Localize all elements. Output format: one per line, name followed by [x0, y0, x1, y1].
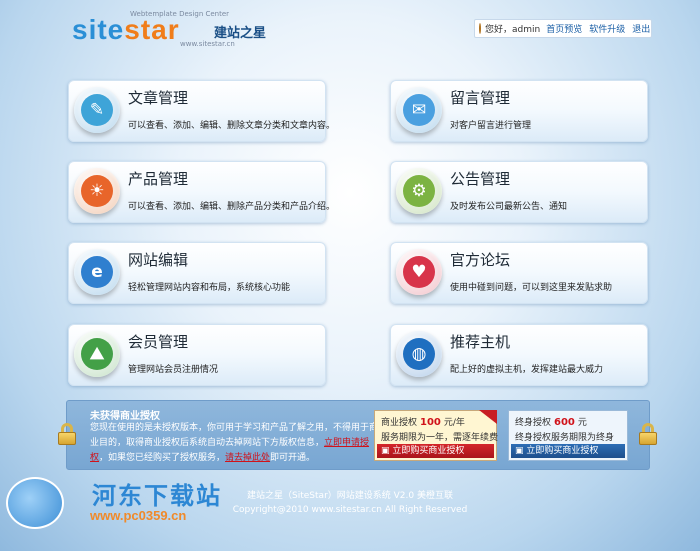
card-desc: 配上好的虚拟主机，发挥建站最大威力 [450, 365, 604, 375]
lifetime-license-box: 终身授权 600 元 终身授权服务期限为终身 ▣ 立即购买商业授权 [508, 410, 628, 461]
buy-commercial-button[interactable]: ▣ 立即购买商业授权 [377, 444, 494, 458]
shell-icon: ☀ [74, 168, 120, 214]
card-desc: 可以查看、添加、编辑、删除文章分类和文章内容。 [128, 121, 336, 131]
license-text: ，如果您已经购买了授权服务， [99, 453, 226, 463]
lifetime-note: 终身授权服务期限为终身 [515, 433, 615, 443]
buy-lifetime-button[interactable]: ▣ 立即购买商业授权 [511, 444, 625, 458]
globe-icon: ◍ [396, 331, 442, 377]
user-icon [479, 23, 481, 34]
site-editor-card[interactable]: e 网站编辑 轻松管理网站内容和布局，系统核心功能 [68, 242, 326, 304]
announcement-management-card[interactable]: ⚙ 公告管理 及时发布公司最新公告、通知 [390, 161, 648, 223]
commercial-unit: 元/年 [443, 418, 465, 428]
member-management-card[interactable]: ⛰ 会员管理 管理网站会员注册情况 [68, 324, 326, 386]
card-title: 会员管理 [128, 333, 189, 351]
product-management-card[interactable]: ☀ 产品管理 可以查看、添加、编辑、删除产品分类和产品介绍。 [68, 161, 335, 223]
lifetime-label: 终身授权 [515, 418, 552, 428]
card-title: 文章管理 [128, 89, 189, 107]
logo-wordmark: sitestar [72, 14, 180, 45]
license-text: 即可开通。 [270, 453, 316, 463]
gear-icon: ⚙ [396, 168, 442, 214]
commercial-price: 100 [420, 417, 441, 428]
card-title: 留言管理 [450, 89, 511, 107]
commercial-license-box: 商业授权 100 元/年 服务期限为一年，需逐年续费 ▣ 立即购买商业授权 [374, 410, 499, 461]
license-heading: 未获得商业授权 [90, 411, 160, 422]
card-title: 产品管理 [128, 170, 189, 188]
card-title: 网站编辑 [128, 251, 189, 269]
browser-icon: e [74, 249, 120, 295]
logo-url: www.sitestar.cn [180, 40, 235, 48]
watermark-logo [6, 477, 64, 529]
logout-link[interactable]: 退出 [632, 22, 650, 35]
lock-icon [639, 423, 657, 445]
message-management-card[interactable]: ✉ 留言管理 对客户留言进行管理 [390, 80, 648, 142]
card-desc: 及时发布公司最新公告、通知 [450, 202, 568, 212]
logo-cn: 建站之星 [214, 26, 267, 41]
watermark-title: 河东下载站 [92, 482, 222, 510]
commercial-label: 商业授权 [381, 418, 418, 428]
card-title: 推荐主机 [450, 333, 511, 351]
lock-icon [58, 423, 76, 445]
card-title: 公告管理 [450, 170, 511, 188]
license-body: 您现在使用的是未授权版本，你可用于学习和产品了解之用，不得用于商业目的，取得商业… [90, 421, 382, 466]
user-bar: 您好，admin 首页预览 软件升级 退出 [474, 19, 652, 38]
lifetime-unit: 元 [577, 418, 587, 428]
logo: Webtemplate Design Center sitestar 建站之星 … [72, 10, 272, 50]
commercial-note: 服务期限为一年，需逐年续费 [381, 433, 499, 443]
home-preview-link[interactable]: 首页预览 [546, 22, 582, 35]
upgrade-link[interactable]: 软件升级 [589, 22, 625, 35]
card-desc: 管理网站会员注册情况 [128, 365, 219, 375]
card-desc: 使用中碰到问题，可以到这里来发贴求助 [450, 283, 613, 293]
user-icon: ⛰ [74, 331, 120, 377]
recommended-host-card[interactable]: ◍ 推荐主机 配上好的虚拟主机，发挥建站最大威力 [390, 324, 648, 386]
document-icon: ✎ [74, 87, 120, 133]
watermark-url: www.pc0359.cn [90, 508, 187, 523]
article-management-card[interactable]: ✎ 文章管理 可以查看、添加、编辑、删除文章分类和文章内容。 [68, 80, 335, 142]
card-desc: 轻松管理网站内容和布局，系统核心功能 [128, 283, 291, 293]
card-title: 官方论坛 [450, 251, 511, 269]
official-forum-card[interactable]: ♥ 官方论坛 使用中碰到问题，可以到这里来发贴求助 [390, 242, 648, 304]
card-desc: 可以查看、添加、编辑、删除产品分类和产品介绍。 [128, 202, 336, 212]
lifetime-price: 600 [554, 417, 575, 428]
mail-icon: ✉ [396, 87, 442, 133]
heart-icon: ♥ [396, 249, 442, 295]
greeting: 您好，admin [485, 25, 541, 35]
card-desc: 对客户留言进行管理 [450, 121, 532, 131]
ribbon-icon [479, 410, 497, 424]
remove-notice-link[interactable]: 请去掉此处 [225, 453, 270, 463]
